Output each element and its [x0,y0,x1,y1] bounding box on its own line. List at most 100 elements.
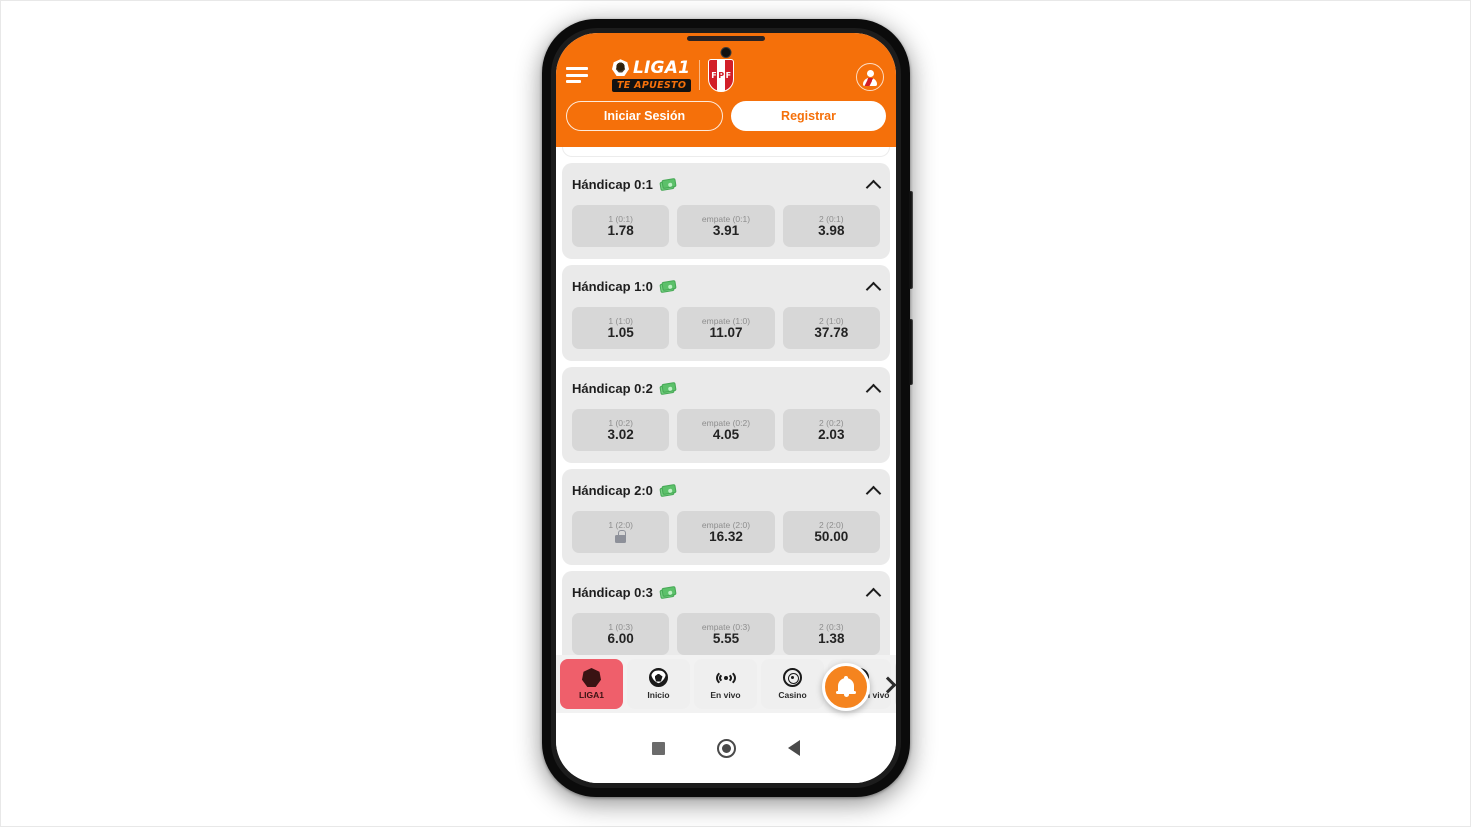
speaker-grill-icon [687,36,765,41]
odds-row: 1 (0:1) 1.78 empate (0:1) 3.91 2 (0:1) 3.98 [572,205,880,247]
chevron-up-icon[interactable] [867,484,880,497]
odd-value: 37.78 [814,325,849,340]
odd-value: 1.05 [607,325,634,340]
market-title: Hándicap 2:0 [572,482,653,498]
odd-cell[interactable]: 1 (0:3) 6.00 [572,613,670,655]
soccer-ball-icon [649,668,668,687]
odd-label: 1 (0:2) [608,417,633,428]
odd-label: 2 (2:0) [819,519,844,530]
odd-value: 3.91 [712,223,740,238]
market-header[interactable]: Hándicap 2:0 [572,479,880,501]
odd-value: 6.00 [607,631,634,646]
market-title: Hándicap 0:3 [572,584,653,600]
odds-row: 1 (2:0) empate (2:0) 16.32 2 (2:0) 50.00 [572,511,880,553]
chevron-up-icon[interactable] [867,178,880,191]
odds-row: 1 (0:2) 3.02 empate (0:2) 4.05 2 (0:2) 2.03 [572,409,880,451]
odds-row: 1 (1:0) 1.05 empate (1:0) 11.07 2 (1:0) 37.78 [572,307,880,349]
nav-item-liga1[interactable]: LIGA1 [560,659,623,709]
triangle-back-icon[interactable] [788,740,800,756]
square-recents-icon[interactable] [652,741,665,755]
android-system-navigation [556,713,896,783]
odd-cell[interactable]: 2 (2:0) 50.00 [782,511,880,553]
odd-cell[interactable]: 1 (0:1) 1.78 [572,205,670,247]
chevron-up-icon[interactable] [867,382,880,395]
hamburger-menu-icon[interactable] [566,67,600,83]
fpf-crest-icon: F P F [708,58,735,92]
nav-item-label: Inicio [647,690,670,700]
nav-item-casino[interactable]: Casino [761,659,824,709]
market-card: Hándicap 2:0 1 (2:0) empate (2:0) 16.32 2 (2… [562,469,890,565]
crest-letter: P [718,70,725,80]
odd-value: 3.02 [607,427,634,442]
market-card: Hándicap 0:3 1 (0:3) 6.00 empate (0:3) 5.55 2… [562,571,890,667]
odd-label: empate (0:1) [701,213,751,224]
odd-value: 1.78 [607,223,634,238]
lock-icon [615,530,627,544]
odd-cell[interactable]: 1 (1:0) 1.05 [572,307,670,349]
odd-value: 50.00 [814,529,849,544]
market-header[interactable]: Hándicap 0:1 [572,173,880,195]
odd-label: empate (0:3) [701,621,751,632]
odd-label: empate (1:0) [701,315,751,326]
markets-scroll-area[interactable]: Hándicap 0:1 1 (0:1) 1.78 empate (0:1) 3.91 2… [556,147,896,713]
market-card: Hándicap 1:0 1 (1:0) 1.05 empate (1:0) 11.07… [562,265,890,361]
markets-list: Hándicap 0:1 1 (0:1) 1.78 empate (0:1) 3.91 2… [556,163,896,667]
chevron-up-icon[interactable] [867,586,880,599]
market-header[interactable]: Hándicap 0:2 [572,377,880,399]
previous-card-tail [562,147,890,157]
brand-logo[interactable]: LIGA1 TE APUESTO F P F [612,57,735,93]
odd-cell[interactable]: 2 (0:3) 1.38 [782,613,880,655]
odd-label: 1 (2:0) [608,519,633,530]
notifications-fab-button[interactable] [822,663,870,711]
odd-label: 2 (0:1) [819,213,844,224]
avatar [862,69,878,86]
odd-cell[interactable]: 2 (1:0) 37.78 [782,307,880,349]
bell-icon [836,675,856,698]
odds-row: 1 (0:3) 6.00 empate (0:3) 5.55 2 (0:3) 1.38 [572,613,880,655]
odd-label: empate (2:0) [701,519,751,530]
lion-head-icon [612,59,629,77]
phone-frame: LIGA1 TE APUESTO F P F Iniciar Sesión Re… [542,19,913,797]
auth-buttons: Iniciar Sesión Registrar [556,101,896,131]
market-card: Hándicap 0:1 1 (0:1) 1.78 empate (0:1) 3.91 2… [562,163,890,259]
market-title: Hándicap 1:0 [572,278,653,294]
casino-chip-icon [783,668,802,687]
liga1-wordmark: LIGA1 [633,57,691,78]
market-title: Hándicap 0:1 [572,176,653,192]
odd-cell[interactable]: empate (0:2) 4.05 [677,409,775,451]
odd-label: 1 (0:3) [608,621,633,632]
odd-value: 3.98 [818,223,845,238]
odd-cell[interactable]: empate (0:1) 3.91 [677,205,775,247]
register-button[interactable]: Registrar [731,101,886,131]
odd-cell[interactable]: empate (0:3) 5.55 [677,613,775,655]
nav-item-en-vivo[interactable]: En vivo [694,659,757,709]
screenshot-canvas: LIGA1 TE APUESTO F P F Iniciar Sesión Re… [0,0,1471,827]
nav-item-inicio[interactable]: Inicio [627,659,690,709]
odd-value: 5.55 [712,631,740,646]
chevron-up-icon[interactable] [867,280,880,293]
market-header[interactable]: Hándicap 0:3 [572,581,880,603]
odd-value: 2.03 [818,427,845,442]
odd-cell-locked: 1 (2:0) [572,511,670,553]
phone-bezel: LIGA1 TE APUESTO F P F Iniciar Sesión Re… [551,28,901,788]
odd-label: 2 (0:3) [819,621,844,632]
liga1-shield-icon [582,668,601,687]
login-button[interactable]: Iniciar Sesión [566,101,723,131]
odd-value: 1.38 [818,631,845,646]
odd-cell[interactable]: 1 (0:2) 3.02 [572,409,670,451]
market-header[interactable]: Hándicap 1:0 [572,275,880,297]
power-button[interactable] [909,319,913,385]
chevron-right-icon[interactable] [880,677,894,691]
circle-home-icon[interactable] [717,738,736,758]
liga1-logo: LIGA1 TE APUESTO [612,57,692,93]
odd-cell[interactable]: empate (1:0) 11.07 [677,307,775,349]
phone-screen: LIGA1 TE APUESTO F P F Iniciar Sesión Re… [556,33,896,783]
odd-cell[interactable]: 2 (0:2) 2.03 [782,409,880,451]
crest-letter: F [711,70,717,80]
user-avatar-icon[interactable] [856,63,884,91]
odd-value: 11.07 [709,325,743,340]
odd-cell[interactable]: empate (2:0) 16.32 [677,511,775,553]
odd-cell[interactable]: 2 (0:1) 3.98 [782,205,880,247]
volume-button[interactable] [909,191,913,289]
odd-label: 2 (0:2) [819,417,844,428]
